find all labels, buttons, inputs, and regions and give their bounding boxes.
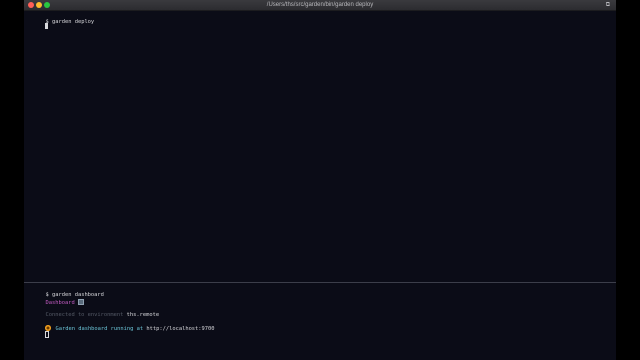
terminal-pane-top[interactable]: $ garden deploy xyxy=(24,11,616,282)
command-line: $ garden dashboard xyxy=(26,285,103,298)
terminal-cursor xyxy=(45,22,49,29)
environment-name: ths.remote xyxy=(126,311,160,318)
dashboard-running-line: Garden dashboard running at http://local… xyxy=(26,318,215,332)
terminal-cursor xyxy=(45,330,50,338)
running-text: Garden dashboard running at xyxy=(55,325,144,332)
window-title: /Users/ths/src/garden/bin/garden deploy xyxy=(266,2,374,8)
environment-line: Connected to environment ths.remote xyxy=(26,305,159,318)
command-text: garden deploy xyxy=(51,18,95,25)
cursor-line xyxy=(26,16,49,29)
cursor-line xyxy=(26,324,50,338)
title-bar: /Users/ths/src/garden/bin/garden deploy … xyxy=(24,0,616,11)
pane-divider[interactable] xyxy=(24,282,616,283)
terminal-pane-bottom[interactable]: $ garden dashboard Dashboard Connected t… xyxy=(24,284,616,360)
new-tab-icon[interactable]: ⧉ xyxy=(606,1,610,9)
dashboard-header-line: Dashboard xyxy=(26,292,84,306)
terminal-window: /Users/ths/src/garden/bin/garden deploy … xyxy=(24,0,616,360)
environment-prefix: Connected to environment xyxy=(45,311,124,318)
dashboard-url-link[interactable]: http://localhost:9700 xyxy=(146,326,214,332)
dashboard-icon xyxy=(77,298,84,305)
